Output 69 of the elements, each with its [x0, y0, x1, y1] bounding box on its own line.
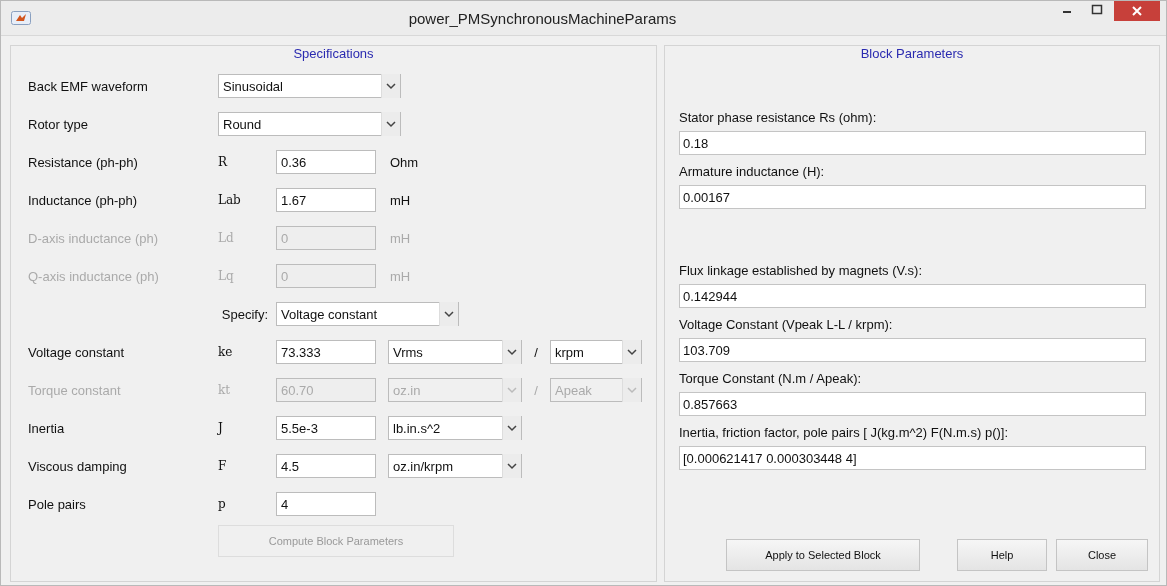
field-label: Back EMF waveform: [28, 78, 149, 94]
separator-label: /: [533, 344, 539, 360]
input-field[interactable]: 1.67: [276, 188, 376, 212]
dialog-button[interactable]: Close: [1056, 539, 1148, 571]
symbol-label: F: [218, 459, 228, 473]
field-label: Inertia, friction factor, pole pairs [ J(kg.m^2) F(N.m.s) p()]:: [679, 425, 1009, 440]
caret-icon: [622, 340, 641, 364]
field-label: Voltage Constant (Vpeak L-L / krpm):: [679, 317, 894, 332]
input-field[interactable]: 0.00167: [679, 185, 1146, 209]
unit-dropdown[interactable]: lb.in.s^2: [388, 416, 522, 440]
symbol-label: p: [218, 497, 227, 511]
field-label: Q-axis inductance (ph): [28, 268, 160, 284]
field-label: Flux linkage established by magnets (V.s):: [679, 263, 924, 278]
symbol-label: Ld: [218, 231, 235, 245]
unit-label: mH: [390, 230, 411, 246]
field-label: Inductance (ph-ph): [28, 192, 139, 208]
dropdown[interactable]: Sinusoidal: [218, 74, 401, 98]
dropdown[interactable]: Round: [218, 112, 401, 136]
caret-icon: [381, 74, 400, 98]
field-label: Armature inductance (H):: [679, 164, 826, 179]
unit-dropdown[interactable]: krpm: [550, 340, 642, 364]
field-label: Inertia: [28, 420, 66, 436]
separator-label: /: [533, 382, 539, 398]
unit-label: Ohm: [390, 154, 419, 170]
field-label: Resistance (ph-ph): [28, 154, 139, 170]
panel-title: Specifications: [292, 46, 375, 61]
field-label: D-axis inductance (ph): [28, 230, 160, 246]
input-field[interactable]: [0.000621417 0.000303448 4]: [679, 446, 1146, 470]
field-label: Torque constant: [28, 382, 122, 398]
input-field[interactable]: 4: [276, 492, 376, 516]
input-field[interactable]: 0.857663: [679, 392, 1146, 416]
symbol-label: R: [218, 155, 229, 169]
field-label: Viscous damping: [28, 458, 128, 474]
field-label: Voltage constant: [28, 344, 126, 360]
input-field[interactable]: 0.142944: [679, 284, 1146, 308]
input-field[interactable]: 0.18: [679, 131, 1146, 155]
symbol-label: ke: [218, 345, 234, 359]
symbol-label: kt: [218, 383, 232, 397]
symbol-label: Lq: [218, 269, 235, 283]
window-title: power_PMSynchronousMachineParams: [407, 9, 678, 27]
caret-icon: [502, 340, 521, 364]
unit-dropdown[interactable]: oz.in/krpm: [388, 454, 522, 478]
close-icon[interactable]: [1114, 1, 1160, 21]
app-icon[interactable]: [11, 11, 31, 25]
input-field[interactable]: 103.709: [679, 338, 1146, 362]
field-label: Stator phase resistance Rs (ohm):: [679, 110, 878, 125]
input-field[interactable]: 4.5: [276, 454, 376, 478]
unit-dropdown[interactable]: Vrms: [388, 340, 522, 364]
caret-icon: [502, 454, 521, 478]
field-label: Rotor type: [28, 116, 89, 132]
symbol-label: Lab: [218, 193, 242, 207]
caret-icon: [439, 302, 458, 326]
unit-label: mH: [390, 268, 411, 284]
dropdown[interactable]: Voltage constant: [276, 302, 459, 326]
input-field[interactable]: 0.36: [276, 150, 376, 174]
caret-icon: [502, 416, 521, 440]
field-label: Torque Constant (N.m / Apeak):: [679, 371, 863, 386]
dialog-button[interactable]: Help: [957, 539, 1047, 571]
field-label: Pole pairs: [28, 496, 87, 512]
caret-icon: [381, 112, 400, 136]
panel-title: Block Parameters: [859, 46, 965, 61]
caret-icon: [622, 378, 641, 402]
input-field[interactable]: 73.333: [276, 340, 376, 364]
dialog-button[interactable]: Apply to Selected Block: [726, 539, 920, 571]
caret-icon: [502, 378, 521, 402]
symbol-label: J: [218, 421, 224, 435]
unit-label: mH: [390, 192, 411, 208]
field-label: Specify:: [220, 306, 269, 322]
input-field[interactable]: 5.5e-3: [276, 416, 376, 440]
